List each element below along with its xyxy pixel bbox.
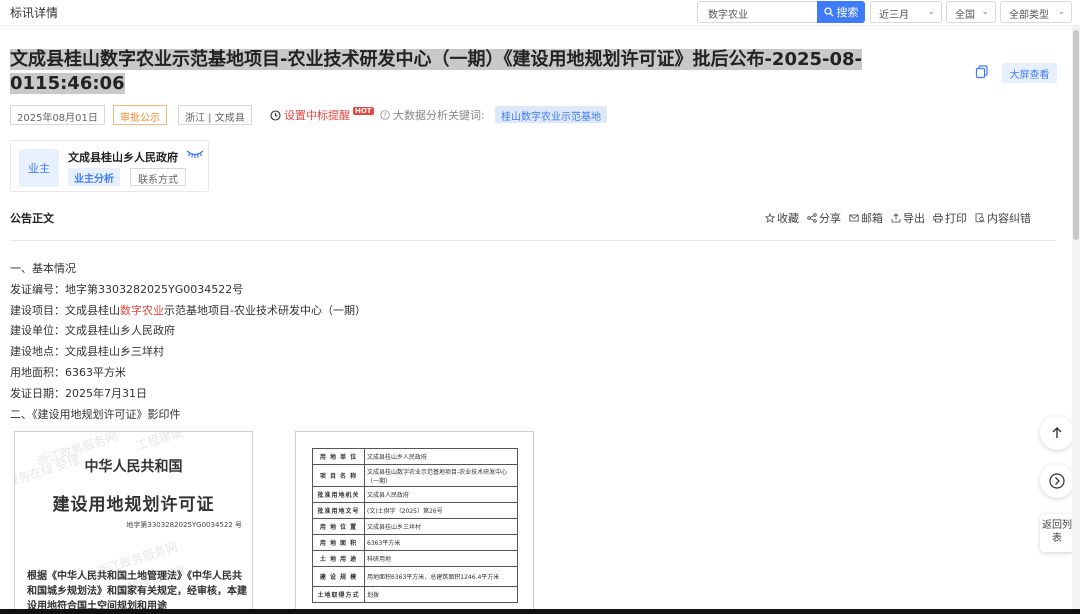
- owner-card: 业主 文成县桂山乡人民政府 业主分析 联系方式: [10, 140, 209, 192]
- keyword-highlight: 数字农业: [120, 303, 164, 317]
- doc-country: 中华人民共和国: [84, 459, 183, 475]
- search-input[interactable]: 数字农业: [697, 1, 817, 23]
- hot-badge: HOT: [353, 107, 374, 115]
- region-select[interactable]: 全国 ⌄: [946, 1, 996, 23]
- remind-label: 设置中标提醒: [284, 109, 350, 122]
- time-range-value: 近三月: [879, 10, 909, 21]
- certificate-front-image[interactable]: 浙江政务服务网 政务在线 受理 工程建设 浙江政务服务网 工程建设项目 中华人民…: [14, 431, 253, 614]
- area-line: 用地面积：6363平方米: [10, 365, 126, 379]
- export-icon: [891, 213, 901, 223]
- big-screen-button[interactable]: 大屏查看: [1002, 63, 1057, 83]
- help-icon[interactable]: ?: [380, 110, 390, 120]
- table-row: 土 地 用 途科研用地: [312, 550, 518, 567]
- scrollbar-thumb[interactable]: [1073, 30, 1079, 240]
- issue-date-line: 发证日期：2025年7月31日: [10, 386, 147, 400]
- unit-line: 建设单位：文成县桂山乡人民政府: [10, 324, 175, 338]
- print-label: 打印: [945, 212, 967, 225]
- email-label: 邮箱: [861, 212, 883, 225]
- contact-button[interactable]: 联系方式: [130, 168, 186, 186]
- certificate-table: 用 地 单 位文成县桂山乡人民政府 项 目 名 称文成县桂山数字农业示范基地项目…: [312, 448, 518, 603]
- owner-name[interactable]: 文成县桂山乡人民政府: [68, 149, 178, 165]
- project-line: 建设项目：文成县桂山数字农业示范基地项目-农业技术研发中心（一期）: [10, 303, 366, 317]
- mail-icon: [849, 214, 859, 222]
- table-row: 项 目 名 称文成县桂山数字农业示范基地项目-农业技术研发中心（一期）: [312, 464, 518, 487]
- favorite-button[interactable]: 收藏: [765, 210, 799, 226]
- notice-body: 一、基本情况 发证编号：地字第3303282025YG0034522号 建设项目…: [10, 259, 366, 425]
- next-button[interactable]: [1040, 464, 1074, 498]
- star-icon: [765, 213, 775, 223]
- table-row: 批准用地文号 (文)土供字（2025）第26号: [312, 502, 518, 519]
- back-to-list-button[interactable]: 返回列表: [1040, 514, 1074, 552]
- top-bar: 标讯详情 数字农业 搜索 近三月 ⌄ 全国 ⌄ 全部类型 ⌄: [0, 0, 1080, 26]
- cert-number-line: 发证编号：地字第3303282025YG0034522号: [10, 282, 244, 296]
- printer-icon: [933, 213, 943, 223]
- arrow-up-icon: [1052, 427, 1062, 438]
- section-heading-copy: 二、《建设用地规划许可证》影印件: [10, 407, 181, 421]
- table-row: 建 设 规 模用地面积6363平方米，总建筑面积1246.4平方米: [312, 566, 518, 587]
- owner-analysis-button[interactable]: 业主分析: [68, 168, 120, 186]
- type-value: 全部类型: [1009, 10, 1049, 21]
- bottom-edge: [0, 609, 1080, 614]
- search-button[interactable]: 搜索: [817, 1, 865, 23]
- divider: [10, 240, 1056, 241]
- keyword-label: 大数据分析关键词:: [393, 109, 485, 122]
- page-title: 标讯详情: [10, 6, 59, 20]
- type-tag: 审批公示: [113, 105, 167, 125]
- chevron-right-circle-icon: [1049, 473, 1065, 489]
- table-row: 用 地 面 积 6363平方米: [312, 534, 518, 551]
- print-button[interactable]: 打印: [933, 210, 967, 226]
- region-value: 全国: [955, 10, 975, 21]
- doc-cert-title: 建设用地规划许可证: [52, 495, 215, 515]
- favorite-label: 收藏: [777, 212, 799, 225]
- copy-icon[interactable]: [975, 65, 989, 79]
- keyword-label-wrap: ? 大数据分析关键词:: [380, 107, 485, 123]
- table-row: 批准用地机关 文成县人民政府: [312, 486, 518, 503]
- type-select[interactable]: 全部类型 ⌄: [1000, 1, 1072, 23]
- notice-title: 文成县桂山数字农业示范基地项目-农业技术研发中心（一期）《建设用地规划许可证》批…: [10, 49, 863, 94]
- section-title: 公告正文: [10, 212, 54, 225]
- location-line: 建设地点：文成县桂山乡三垟村: [10, 345, 164, 359]
- owner-avatar: 业主: [19, 149, 59, 187]
- follow-eye-icon[interactable]: [186, 147, 204, 159]
- export-label: 导出: [903, 212, 925, 225]
- chevron-down-icon: ⌄: [981, 7, 989, 17]
- export-button[interactable]: 导出: [891, 210, 925, 226]
- report-error-button[interactable]: 内容纠错: [975, 210, 1031, 226]
- certificate-back-image[interactable]: 用 地 单 位文成县桂山乡人民政府 项 目 名 称文成县桂山数字农业示范基地项目…: [295, 431, 534, 614]
- email-button[interactable]: 邮箱: [849, 210, 883, 226]
- search-icon: [823, 7, 833, 17]
- region-tag: 浙江 | 文成县: [178, 105, 252, 125]
- back-to-top-button[interactable]: [1040, 416, 1074, 450]
- table-row: 土地取得方式 划拨: [312, 586, 518, 603]
- share-label: 分享: [819, 212, 841, 225]
- clock-icon: [270, 109, 281, 121]
- keyword-tag[interactable]: 桂山数字农业示范基地: [495, 106, 607, 123]
- chevron-down-icon: ⌄: [1057, 7, 1065, 17]
- doc-cert-number: 地字第3303282025YG0034522 号: [126, 521, 242, 529]
- table-row: 用 地 单 位文成县桂山乡人民政府: [312, 448, 518, 465]
- bid-remind-link[interactable]: 设置中标提醒 HOT: [270, 107, 374, 123]
- share-button[interactable]: 分享: [807, 210, 841, 226]
- chevron-down-icon: ⌄: [927, 7, 935, 17]
- doc-paragraph: 根据《中华人民共和国土地管理法》《中华人民共和国城乡规划法》和国家有关规定，经审…: [27, 571, 247, 612]
- time-range-select[interactable]: 近三月 ⌄: [870, 1, 942, 23]
- document-search-icon: [975, 213, 985, 223]
- action-bar: 收藏 分享 邮箱 导出 打印 内容纠错: [765, 210, 1031, 226]
- search-button-label: 搜索: [836, 6, 859, 19]
- svg-text:?: ?: [383, 112, 387, 120]
- section-heading-basic: 一、基本情况: [10, 262, 76, 275]
- date-tag: 2025年08月01日: [10, 105, 105, 125]
- report-error-label: 内容纠错: [987, 212, 1031, 225]
- share-icon: [807, 213, 817, 223]
- table-row: 用 地 位 置文成县桂山乡三垟村: [312, 518, 518, 535]
